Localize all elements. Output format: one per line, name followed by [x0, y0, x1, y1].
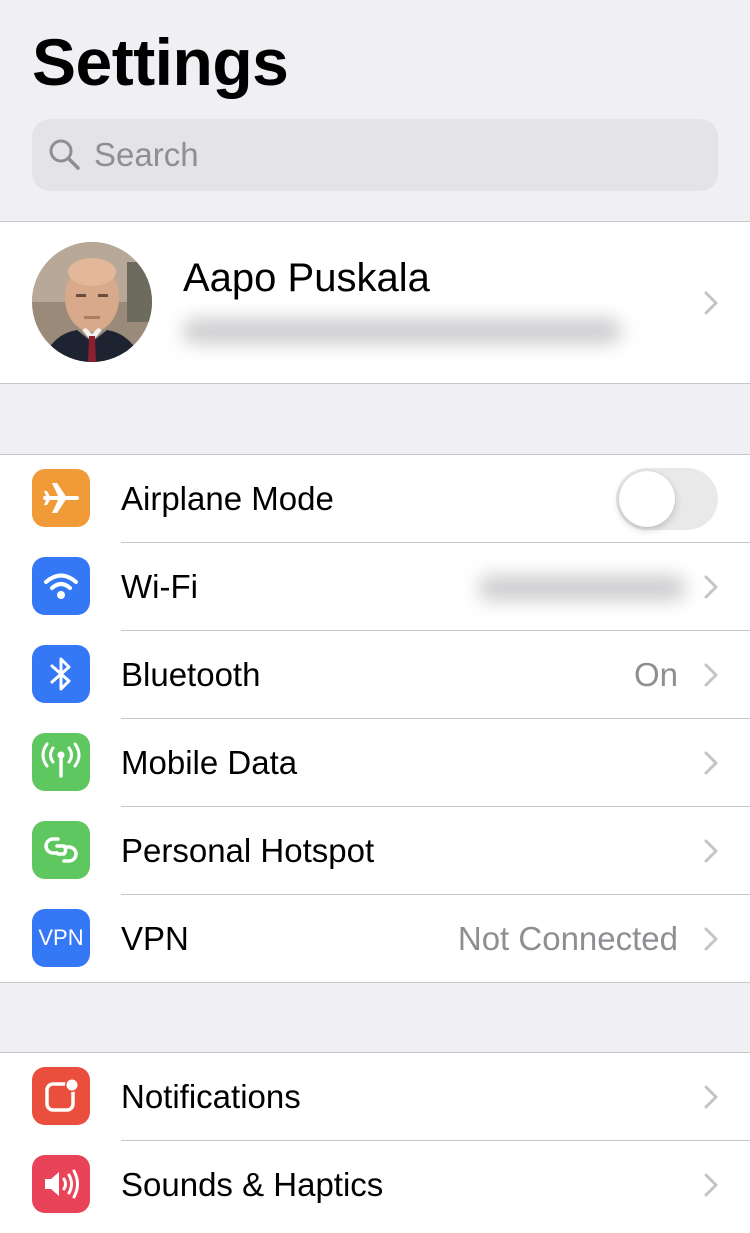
- vpn-status: Not Connected: [457, 920, 678, 957]
- notifications-label: Notifications: [121, 1078, 301, 1115]
- wifi-row[interactable]: Wi-Fi: [0, 543, 750, 631]
- alerts-group: Notifications Sounds & Haptics: [0, 1052, 750, 1233]
- personal-hotspot-row[interactable]: Personal Hotspot: [0, 807, 750, 895]
- mobile-data-label: Mobile Data: [121, 744, 298, 781]
- chevron-right-icon: [704, 839, 718, 863]
- magnifier-icon: [49, 139, 80, 170]
- apple-id-card[interactable]: [0, 221, 750, 384]
- notifications-row[interactable]: Notifications: [0, 1053, 750, 1141]
- bluetooth-icon: [32, 645, 90, 703]
- chevron-right-icon: [704, 663, 718, 687]
- airplane-mode-toggle[interactable]: [616, 468, 718, 530]
- vpn-icon-text: VPN: [38, 925, 84, 950]
- wifi-label: Wi-Fi: [121, 568, 198, 605]
- antenna-icon: [32, 733, 90, 791]
- sounds-haptics-row[interactable]: Sounds & Haptics: [0, 1141, 750, 1229]
- toggle-knob: [619, 471, 675, 527]
- notifications-icon: [32, 1067, 90, 1125]
- search-input[interactable]: [94, 136, 654, 174]
- bluetooth-status: On: [633, 656, 678, 693]
- chevron-right-icon: [704, 1085, 718, 1109]
- vpn-icon: VPN: [32, 909, 90, 967]
- sounds-haptics-label: Sounds & Haptics: [121, 1166, 384, 1203]
- wifi-icon: [32, 557, 90, 615]
- personal-hotspot-label: Personal Hotspot: [121, 832, 375, 869]
- chevron-right-icon: [704, 575, 718, 599]
- chevron-right-icon: [704, 927, 718, 951]
- connectivity-group: Airplane Mode Wi-Fi Bluetooth On Mobile …: [0, 454, 750, 983]
- hotspot-icon: [32, 821, 90, 879]
- vpn-row[interactable]: VPN VPN Not Connected: [0, 895, 750, 983]
- airplane-mode-label: Airplane Mode: [121, 480, 334, 517]
- apple-id-subtitle-redacted: [182, 318, 622, 344]
- vpn-label: VPN: [121, 920, 189, 957]
- profile-name: Aapo Puskala: [183, 256, 430, 300]
- chevron-right-icon: [704, 291, 718, 315]
- mobile-data-row[interactable]: Mobile Data: [0, 719, 750, 807]
- chevron-right-icon: [704, 751, 718, 775]
- airplane-icon: [32, 469, 90, 527]
- speaker-icon: [32, 1155, 90, 1213]
- avatar[interactable]: [32, 242, 152, 362]
- search-bar[interactable]: [32, 119, 718, 191]
- airplane-mode-row[interactable]: Airplane Mode: [0, 455, 750, 543]
- chevron-right-icon: [704, 1173, 718, 1197]
- bluetooth-row[interactable]: Bluetooth On: [0, 631, 750, 719]
- page-title: Settings: [32, 25, 289, 99]
- wifi-network-redacted: [478, 575, 686, 601]
- bluetooth-label: Bluetooth: [121, 656, 261, 693]
